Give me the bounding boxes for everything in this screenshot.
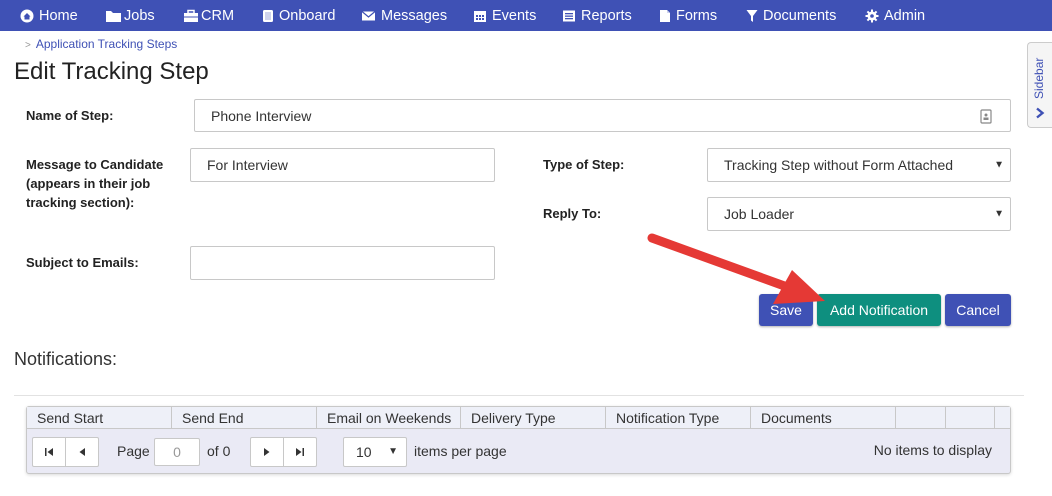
- reply-to-select[interactable]: Job Loader ▼: [707, 197, 1011, 231]
- items-per-page-label: items per page: [414, 443, 507, 459]
- column-header-delivery-type[interactable]: Delivery Type: [461, 407, 606, 429]
- pager-next-button[interactable]: [250, 437, 284, 467]
- nav-home-label: Home: [39, 7, 78, 24]
- message-to-candidate-label: Message to Candidate (appears in their j…: [26, 157, 164, 210]
- nav-onboard-label: Onboard: [279, 7, 336, 24]
- nav-admin-label: Admin: [884, 7, 926, 24]
- pager-last-button[interactable]: [283, 437, 317, 467]
- column-header-blank-1: [896, 407, 946, 429]
- nav-crm[interactable]: CRM: [183, 0, 234, 31]
- column-header-send-end[interactable]: Send End: [172, 407, 317, 429]
- last-page-icon: [296, 448, 304, 456]
- report-icon: [563, 10, 575, 21]
- folder-icon: [106, 10, 121, 22]
- nav-jobs[interactable]: Jobs: [105, 0, 155, 31]
- nav-crm-label: CRM: [201, 7, 235, 24]
- grid-header-row: Send Start Send End Email on Weekends De…: [27, 407, 1010, 429]
- sidebar-tab-label: Sidebar: [1032, 57, 1046, 99]
- home-icon: [20, 9, 34, 22]
- grid-empty-message: No items to display: [873, 442, 992, 458]
- save-button[interactable]: Save: [759, 294, 813, 326]
- nav-admin[interactable]: Admin: [865, 0, 925, 31]
- pager-of-total: of 0: [207, 443, 231, 459]
- reply-to-label: Reply To:: [543, 206, 602, 221]
- breadcrumb-link-application-tracking-steps[interactable]: Application Tracking Steps: [36, 37, 177, 51]
- column-header-email-on-weekends[interactable]: Email on Weekends: [317, 407, 461, 429]
- breadcrumb: > Application Tracking Steps: [25, 37, 177, 51]
- subject-to-emails-label: Subject to Emails:: [26, 255, 139, 270]
- column-header-notification-type[interactable]: Notification Type: [606, 407, 751, 429]
- name-of-step-label: Name of Step:: [26, 108, 114, 123]
- caret-down-icon: ▼: [388, 446, 398, 457]
- items-per-page-value: 10: [356, 444, 372, 460]
- notifications-grid: Send Start Send End Email on Weekends De…: [26, 406, 1011, 474]
- type-of-step-label: Type of Step:: [543, 157, 625, 172]
- nav-forms-label: Forms: [676, 7, 718, 24]
- message-to-candidate-input[interactable]: For Interview: [190, 148, 495, 182]
- first-page-icon: [45, 448, 53, 456]
- nav-jobs-label: Jobs: [124, 7, 155, 24]
- next-page-icon: [264, 448, 270, 456]
- file-icon: [660, 9, 670, 22]
- pager-page-input[interactable]: 0: [154, 438, 200, 466]
- pager-first-button[interactable]: [32, 437, 66, 467]
- sidebar-toggle-tab[interactable]: Sidebar: [1027, 42, 1052, 128]
- section-divider: [14, 395, 1024, 396]
- subject-to-emails-input[interactable]: [190, 246, 495, 280]
- pager-previous-button[interactable]: [65, 437, 99, 467]
- caret-down-icon: ▼: [994, 159, 1004, 171]
- pager-page-label: Page: [117, 443, 150, 459]
- column-header-blank-2: [946, 407, 995, 429]
- items-per-page-select[interactable]: 10 ▼: [343, 437, 407, 467]
- nav-events[interactable]: Events: [473, 0, 536, 31]
- briefcase-icon: [184, 9, 198, 22]
- page-title: Edit Tracking Step: [14, 58, 209, 85]
- nav-messages-label: Messages: [381, 7, 448, 24]
- message-to-candidate-value: For Interview: [207, 157, 288, 173]
- nav-forms[interactable]: Forms: [659, 0, 717, 31]
- type-of-step-select[interactable]: Tracking Step without Form Attached ▼: [707, 148, 1011, 182]
- nav-messages[interactable]: Messages: [361, 0, 447, 31]
- nav-reports-label: Reports: [581, 7, 632, 24]
- previous-page-icon: [79, 448, 85, 456]
- nav-events-label: Events: [492, 7, 537, 24]
- filter-icon: [746, 9, 758, 22]
- envelope-icon: [361, 10, 376, 20]
- reply-to-value: Job Loader: [724, 206, 795, 222]
- clipboard-icon: [263, 9, 273, 22]
- nav-onboard[interactable]: Onboard: [262, 0, 335, 31]
- name-of-step-input[interactable]: Phone Interview: [194, 99, 1011, 132]
- column-header-documents[interactable]: Documents: [751, 407, 896, 429]
- nav-reports[interactable]: Reports: [562, 0, 632, 31]
- nav-documents[interactable]: Documents: [746, 0, 836, 31]
- nav-documents-label: Documents: [763, 7, 837, 24]
- calendar-icon: [474, 10, 486, 22]
- contact-card-icon: [980, 109, 992, 124]
- name-of-step-value: Phone Interview: [211, 107, 312, 124]
- caret-down-icon: ▼: [994, 208, 1004, 220]
- cancel-button[interactable]: Cancel: [945, 294, 1011, 326]
- chevron-right-icon: [1036, 107, 1045, 119]
- column-header-send-start[interactable]: Send Start: [27, 407, 172, 429]
- notifications-title: Notifications:: [14, 349, 118, 369]
- type-of-step-value: Tracking Step without Form Attached: [724, 157, 954, 173]
- nav-home[interactable]: Home: [20, 0, 78, 31]
- gear-icon: [865, 9, 879, 22]
- add-notification-button[interactable]: Add Notification: [817, 294, 941, 326]
- breadcrumb-separator: >: [25, 40, 31, 51]
- top-navigation-bar: Home Jobs CRM Onboard Messages Events Re…: [0, 0, 1052, 31]
